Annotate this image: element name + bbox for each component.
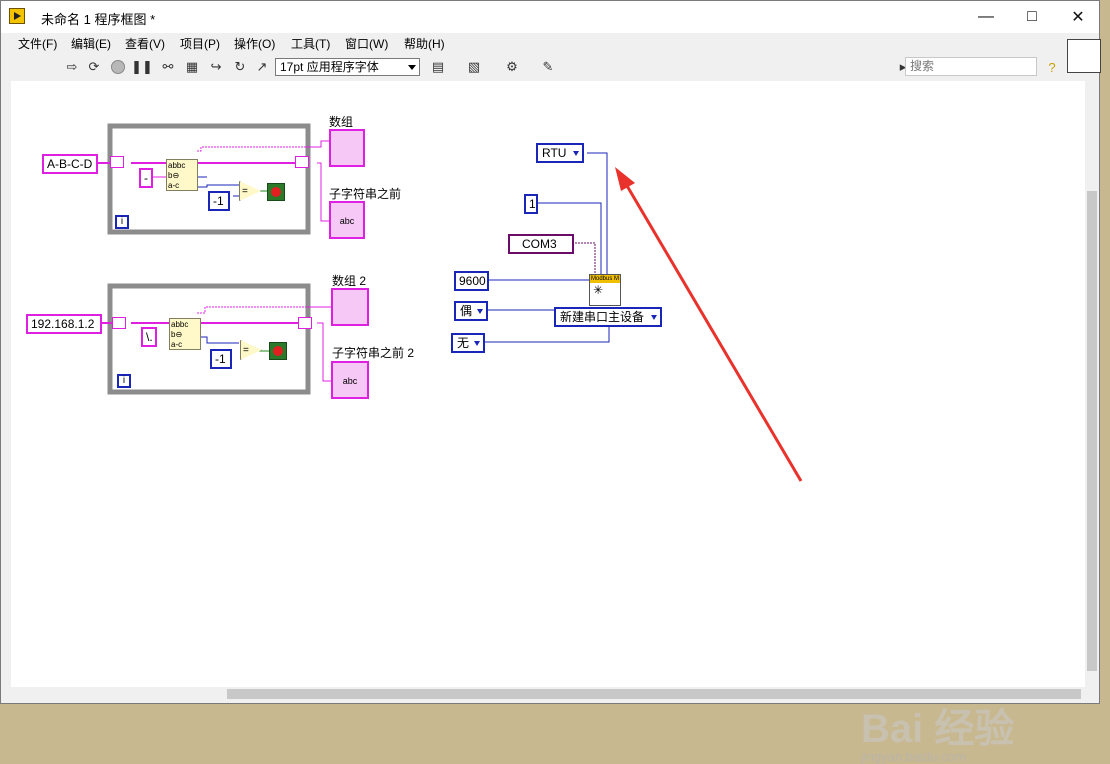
abort-icon[interactable] xyxy=(109,58,127,76)
menu-view[interactable]: 查看(V) xyxy=(125,35,165,52)
substring-before-label-2: 子字符串之前 2 xyxy=(332,346,415,360)
step-out-icon[interactable]: ↗ xyxy=(253,58,271,76)
match-pattern-node-1[interactable]: abbc b⊖ a-c xyxy=(166,159,198,191)
vi-connector-icon[interactable] xyxy=(1067,39,1101,73)
title-bar: 未命名 1 程序框图 * — □ ✕ xyxy=(1,1,1099,33)
cleanup-diagram-icon[interactable]: ✎ xyxy=(539,58,557,76)
block-diagram-canvas[interactable]: A-B-C-D - abbc b⊖ a-c -1 = i 数组 子字符串之前 abc… xyxy=(11,81,1085,764)
window-title: 未命名 1 程序框图 * xyxy=(41,12,156,27)
highlight-execution-icon[interactable]: ⚯ xyxy=(159,58,177,76)
modbus-master-node[interactable]: Modbus M ✳ xyxy=(589,274,621,306)
string-constant-1[interactable]: A-B-C-D xyxy=(42,154,98,174)
array-indicator-2 xyxy=(331,288,369,326)
menu-project[interactable]: 项目(P) xyxy=(180,35,220,52)
step-into-icon[interactable]: ↪ xyxy=(207,58,225,76)
iteration-terminal-1: i xyxy=(115,215,129,229)
delimiter-constant-2[interactable]: \. xyxy=(141,327,157,347)
baud-rate-constant[interactable]: 9600 xyxy=(454,271,489,291)
string-constant-2[interactable]: 192.168.1.2 xyxy=(26,314,102,334)
array-indicator-1 xyxy=(329,129,365,167)
shift-register-right-icon xyxy=(295,156,309,168)
parity-ring[interactable]: 偶 xyxy=(454,301,489,321)
baidu-watermark-url: jingyan.baidu.com xyxy=(861,749,966,764)
chevron-down-icon xyxy=(477,309,484,314)
shift-register-right-icon-2 xyxy=(298,317,312,329)
menu-window[interactable]: 窗口(W) xyxy=(345,35,388,52)
retain-wire-values-icon[interactable]: ▦ xyxy=(183,58,201,76)
neg-one-constant-2[interactable]: -1 xyxy=(210,349,232,369)
neg-one-constant-1[interactable]: -1 xyxy=(208,191,230,211)
horizontal-scroll-thumb[interactable] xyxy=(227,689,1081,699)
horizontal-scrollbar[interactable] xyxy=(11,687,1085,701)
pause-icon[interactable]: ❚❚ xyxy=(131,58,153,76)
mode-ring-rtu[interactable]: RTU xyxy=(536,143,585,163)
menu-help[interactable]: 帮助(H) xyxy=(404,35,445,52)
shift-register-left-icon-2 xyxy=(112,317,126,329)
baidu-watermark: Bai 经验 xyxy=(861,707,1015,751)
modbus-node-label: Modbus M xyxy=(590,275,620,283)
minimize-button[interactable]: — xyxy=(963,1,1009,33)
font-select-value: 17pt 应用程序字体 xyxy=(280,60,379,74)
chevron-down-icon xyxy=(573,151,580,156)
maximize-button[interactable]: □ xyxy=(1009,1,1055,33)
align-objects-icon[interactable]: ▤ xyxy=(429,58,447,76)
help-icon[interactable]: ? xyxy=(1043,58,1061,76)
array-label-1: 数组 xyxy=(329,115,354,129)
menu-bar: 文件(F) 编辑(E) 查看(V) 项目(P) 操作(O) 工具(T) 窗口(W… xyxy=(1,33,1061,53)
run-arrow-icon[interactable]: ⇨ xyxy=(63,58,81,76)
distribute-objects-icon[interactable]: ▧ xyxy=(465,58,483,76)
polymorphic-selector-value: 新建串口主设备 xyxy=(560,310,645,324)
font-select[interactable]: 17pt 应用程序字体 xyxy=(275,58,420,76)
match-pattern-node-2[interactable]: abbc b⊖ a-c xyxy=(169,318,201,350)
polymorphic-selector[interactable]: 新建串口主设备 xyxy=(554,307,663,327)
chevron-down-icon xyxy=(651,315,658,320)
search-input[interactable]: 搜索 xyxy=(905,57,1037,76)
while-loop-2-frame xyxy=(107,283,311,395)
array-label-2: 数组 2 xyxy=(332,274,367,288)
annotation-arrow xyxy=(621,178,803,482)
vertical-scrollbar[interactable] xyxy=(1085,81,1099,687)
flow-control-value: 无 xyxy=(457,336,470,350)
run-continuously-icon[interactable]: ⟳ xyxy=(85,58,103,76)
string-indicator-2: abc xyxy=(331,361,369,399)
chevron-down-icon xyxy=(408,65,416,70)
shift-register-left-icon xyxy=(110,156,124,168)
address-constant[interactable]: 1 xyxy=(524,194,538,214)
stop-terminal-1[interactable] xyxy=(267,183,285,201)
flow-control-ring[interactable]: 无 xyxy=(451,333,486,353)
close-button[interactable]: ✕ xyxy=(1055,1,1101,33)
parity-ring-value: 偶 xyxy=(460,304,473,318)
reorder-icon[interactable]: ⚙ xyxy=(503,58,521,76)
annotation-arrowhead xyxy=(615,167,635,191)
mode-ring-value: RTU xyxy=(542,146,567,160)
visa-resource-com3[interactable]: COM3 xyxy=(508,234,574,254)
visa-resource-value: COM3 xyxy=(522,237,557,251)
sparkle-icon: ✳ xyxy=(593,283,604,297)
menu-tools[interactable]: 工具(T) xyxy=(291,35,330,52)
menu-edit[interactable]: 编辑(E) xyxy=(71,35,111,52)
chevron-down-icon xyxy=(474,341,481,346)
stop-terminal-2[interactable] xyxy=(269,342,287,360)
step-over-icon[interactable]: ↻ xyxy=(231,58,249,76)
substring-before-label-1: 子字符串之前 xyxy=(329,187,402,201)
labview-window: 未命名 1 程序框图 * — □ ✕ 文件(F) 编辑(E) 查看(V) 项目(… xyxy=(0,0,1101,764)
labview-app-icon xyxy=(9,8,25,24)
menu-operate[interactable]: 操作(O) xyxy=(234,35,275,52)
delimiter-constant-1[interactable]: - xyxy=(139,168,153,188)
toolbar: ⇨ ⟳ ❚❚ ⚯ ▦ ↪ ↻ ↗ 17pt 应用程序字体 ▤ ▧ ⚙ ✎ ▸ ⚲… xyxy=(1,53,1061,81)
menu-file[interactable]: 文件(F) xyxy=(18,35,57,52)
vertical-scroll-thumb[interactable] xyxy=(1087,191,1097,671)
iteration-terminal-2: i xyxy=(117,374,131,388)
string-indicator-1: abc xyxy=(329,201,365,239)
